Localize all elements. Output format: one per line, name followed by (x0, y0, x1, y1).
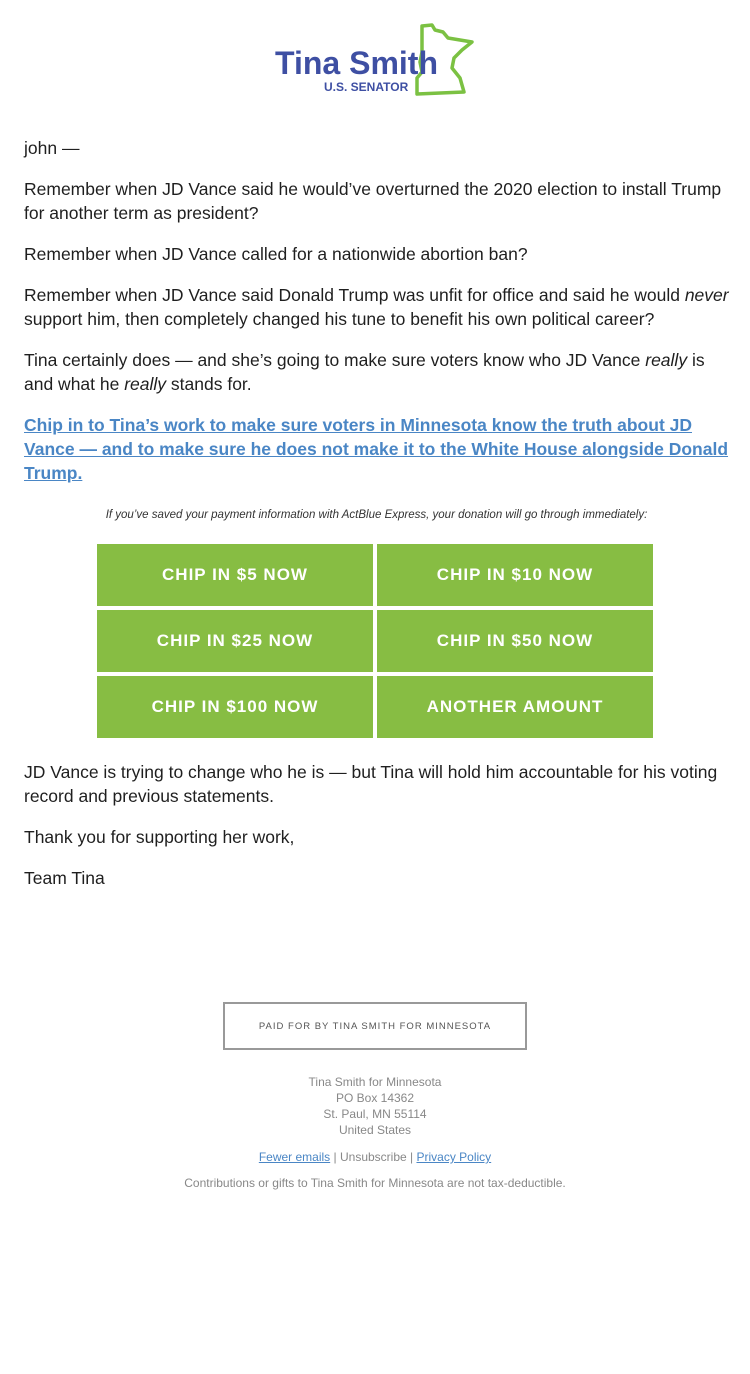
actblue-express-note: If you’ve saved your payment information… (105, 509, 648, 521)
another-amount-button[interactable]: ANOTHER AMOUNT (377, 676, 653, 738)
logo-name: Tina Smith (275, 45, 438, 81)
paragraph-4: Tina certainly does — and she’s going to… (24, 348, 729, 396)
logo-subtitle: U.S. SENATOR (324, 80, 409, 94)
footer: PAID FOR BY TINA SMITH FOR MINNESOTA Tin… (0, 1002, 750, 1190)
email-body: john — Remember when JD Vance said he wo… (24, 136, 729, 907)
emphasis: really (645, 350, 688, 370)
chip-in-5-button[interactable]: CHIP IN $5 NOW (97, 544, 373, 606)
text: support him, then completely changed his… (24, 309, 655, 329)
thank-you: Thank you for supporting her work, (24, 827, 295, 847)
chip-in-25-button[interactable]: CHIP IN $25 NOW (97, 610, 373, 672)
signature: Team Tina (24, 868, 105, 888)
address-line: St. Paul, MN 55114 (323, 1107, 427, 1121)
closing-paragraph: JD Vance is trying to change who he is —… (24, 762, 718, 806)
chip-in-50-button[interactable]: CHIP IN $50 NOW (377, 610, 653, 672)
address-line: PO Box 14362 (335, 1091, 415, 1105)
tina-smith-logo: Tina Smith U.S. SENATOR (272, 22, 478, 98)
paragraph-2: Remember when JD Vance called for a nati… (24, 244, 528, 264)
donate-link[interactable]: Chip in to Tina’s work to make sure vote… (24, 413, 729, 485)
donation-buttons: CHIP IN $5 NOW CHIP IN $10 NOW CHIP IN $… (97, 544, 653, 738)
paragraph-3: Remember when JD Vance said Donald Trump… (24, 283, 729, 331)
mailing-address: Tina Smith for Minnesota PO Box 14362 St… (0, 1074, 750, 1138)
fewer-emails-link[interactable]: Fewer emails (259, 1150, 330, 1164)
separator: | (406, 1150, 417, 1164)
address-line: Tina Smith for Minnesota (308, 1075, 442, 1089)
address-line: United States (338, 1123, 412, 1137)
emphasis: never (684, 285, 729, 305)
text: stands for. (166, 374, 252, 394)
footer-links: Fewer emails | Unsubscribe | Privacy Pol… (0, 1150, 750, 1164)
chip-in-10-button[interactable]: CHIP IN $10 NOW (377, 544, 653, 606)
greeting: john — (24, 138, 80, 158)
minnesota-outline-icon: Tina Smith U.S. SENATOR (275, 23, 474, 96)
text: Remember when JD Vance said Donald Trump… (24, 285, 685, 305)
tax-disclaimer: Contributions or gifts to Tina Smith for… (184, 1176, 566, 1190)
chip-in-100-button[interactable]: CHIP IN $100 NOW (97, 676, 373, 738)
paid-for-disclaimer: PAID FOR BY TINA SMITH FOR MINNESOTA (223, 1002, 527, 1050)
separator: | (330, 1150, 340, 1164)
emphasis: really (124, 374, 167, 394)
privacy-policy-link[interactable]: Privacy Policy (416, 1150, 491, 1164)
unsubscribe-link[interactable]: Unsubscribe (340, 1150, 407, 1164)
paragraph-1: Remember when JD Vance said he would’ve … (24, 179, 722, 223)
text: Tina certainly does — and she’s going to… (24, 350, 646, 370)
